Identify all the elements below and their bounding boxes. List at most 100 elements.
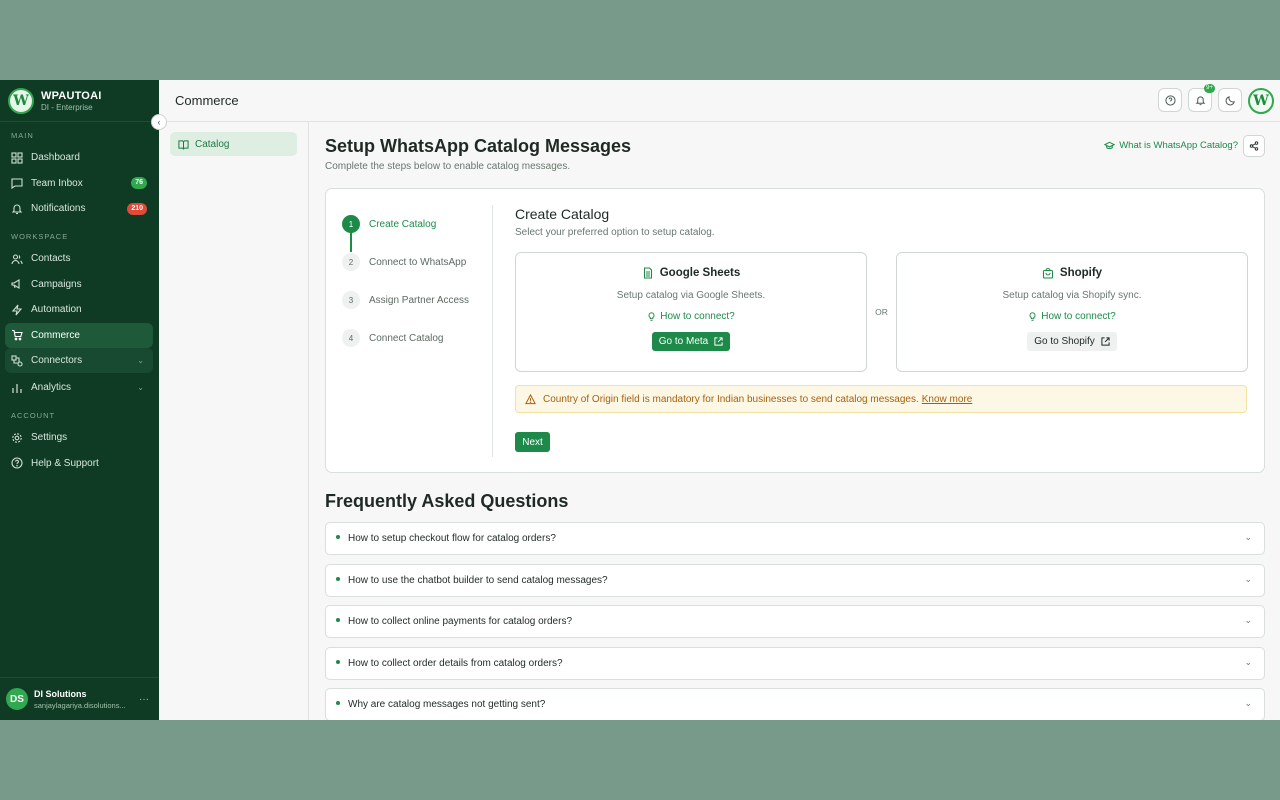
sidebar-item-contacts[interactable]: Contacts	[5, 246, 153, 271]
step-connect-whatsapp[interactable]: 2 Connect to WhatsApp	[342, 243, 492, 281]
step-connect-catalog[interactable]: 4 Connect Catalog	[342, 319, 492, 357]
faq-item[interactable]: How to collect online payments for catal…	[325, 605, 1265, 638]
faq-item[interactable]: How to use the chatbot builder to send c…	[325, 563, 1265, 597]
sidebar-item-label: Notifications	[31, 203, 86, 214]
sidebar-item-automation[interactable]: Automation	[5, 297, 153, 322]
brand-logo: W	[8, 87, 34, 114]
chevron-down-icon: ⌄	[1244, 698, 1252, 708]
step-number: 2	[342, 253, 360, 271]
sidebar-collapse-button[interactable]: ‹	[151, 114, 167, 130]
shopify-bag-icon	[1042, 267, 1053, 279]
go-to-shopify-button[interactable]: Go to Shopify	[1027, 332, 1117, 351]
account-logo-letter: W	[1253, 93, 1269, 109]
user-profile[interactable]: DS DI Solutions sanjaylagariya.disolutio…	[0, 677, 159, 720]
external-link-icon	[1101, 337, 1110, 346]
brand[interactable]: W WPAUTOAI DI - Enterprise	[0, 80, 159, 122]
main-area: Commerce 9+ W Catalog Setup WhatsApp Cat…	[159, 80, 1280, 720]
create-catalog-title: Create Catalog	[515, 206, 610, 222]
option-heading: Google Sheets	[642, 267, 741, 279]
contacts-icon	[11, 253, 23, 265]
brand-plan: DI - Enterprise	[41, 102, 93, 112]
team-inbox-count-badge: 76	[131, 177, 147, 189]
notification-badge: 9+	[1204, 84, 1215, 93]
theme-toggle-button[interactable]	[1218, 88, 1242, 112]
how-to-connect-link[interactable]: How to connect?	[647, 311, 735, 322]
step-number: 1	[342, 215, 360, 233]
faq-item[interactable]: Why are catalog messages not getting sen…	[325, 688, 1265, 720]
sidebar-item-team-inbox[interactable]: Team Inbox 76	[5, 171, 153, 196]
sidebar-item-label: Help & Support	[31, 457, 99, 469]
catalog-options: Google Sheets Setup catalog via Google S…	[515, 252, 1248, 372]
account-logo[interactable]: W	[1248, 88, 1274, 114]
sidebar-item-help-support[interactable]: Help & Support	[5, 451, 153, 476]
sidebar-item-dashboard[interactable]: Dashboard	[5, 145, 153, 170]
faq-item[interactable]: How to setup checkout flow for catalog o…	[325, 522, 1265, 555]
share-icon	[1249, 141, 1259, 151]
step-number: 4	[342, 329, 360, 347]
go-to-meta-button[interactable]: Go to Meta	[651, 332, 731, 351]
sidebar-item-connectors[interactable]: Connectors ⌄	[5, 348, 153, 373]
option-title: Google Sheets	[659, 267, 741, 279]
link-label: How to connect?	[1041, 311, 1116, 322]
topbar: Commerce 9+ W	[159, 80, 1280, 122]
chevron-down-icon: ⌄	[137, 383, 144, 392]
sidebar-item-label: Dashboard	[31, 152, 80, 163]
step-assign-partner-access[interactable]: 3 Assign Partner Access	[342, 281, 492, 319]
dashboard-icon	[11, 151, 23, 164]
gear-icon	[11, 432, 23, 444]
sidebar-item-label: Settings	[31, 432, 68, 443]
help-button[interactable]	[1158, 88, 1182, 112]
moon-icon	[1225, 95, 1235, 105]
bullet-dot	[336, 618, 340, 622]
section-label-workspace: WORKSPACE	[11, 232, 69, 241]
subnav-item-catalog[interactable]: Catalog	[170, 132, 297, 156]
sidebar-item-analytics[interactable]: Analytics ⌄	[5, 375, 153, 400]
notifications-button[interactable]: 9+	[1188, 84, 1215, 112]
catalog-setup-content: Setup WhatsApp Catalog Messages Complete…	[309, 122, 1280, 720]
faq-item[interactable]: How to collect order details from catalo…	[325, 646, 1265, 680]
share-button[interactable]	[1243, 135, 1265, 157]
warning-text: Country of Origin field is mandatory for…	[543, 393, 919, 405]
sidebar-item-settings[interactable]: Settings	[5, 425, 153, 450]
sidebar: W WPAUTOAI DI - Enterprise ‹ MAIN Dashbo…	[0, 80, 167, 720]
setup-card: 1 Create Catalog 2 Connect to WhatsApp 3…	[325, 188, 1265, 473]
option-title: Shopify	[1059, 267, 1103, 279]
user-email: sanjaylagariya.disolutions...	[34, 700, 126, 710]
brand-logo-letter: W	[13, 92, 29, 109]
bell-icon	[1195, 95, 1205, 105]
chevron-down-icon: ⌄	[1244, 573, 1252, 584]
section-label-main: MAIN	[11, 131, 34, 140]
brand-name: WPAUTOAI	[41, 89, 102, 102]
bulb-icon	[1029, 311, 1036, 321]
or-divider: OR	[875, 307, 888, 317]
bullet-dot	[336, 659, 340, 664]
chevron-down-icon: ⌄	[137, 356, 144, 365]
sidebar-item-campaigns[interactable]: Campaigns	[5, 272, 153, 297]
button-label: Go to Shopify	[1034, 336, 1095, 347]
next-button[interactable]: Next	[515, 432, 550, 452]
how-to-connect-link[interactable]: How to connect?	[1028, 311, 1116, 322]
option-description: Setup catalog via Google Sheets.	[616, 290, 766, 301]
content-row: Catalog Setup WhatsApp Catalog Messages …	[159, 122, 1280, 720]
step-number: 3	[342, 291, 360, 309]
faq-list: How to setup checkout flow for catalog o…	[325, 522, 1265, 720]
sidebar-item-commerce[interactable]: Commerce	[5, 322, 153, 348]
inbox-icon	[11, 177, 23, 189]
section-label-account: ACCOUNT	[11, 411, 56, 420]
app-window: W WPAUTOAI DI - Enterprise ‹ MAIN Dashbo…	[0, 80, 1280, 720]
faq-question: Why are catalog messages not getting sen…	[348, 699, 546, 710]
google-sheets-option[interactable]: Google Sheets Setup catalog via Google S…	[515, 252, 867, 372]
sidebar-item-label: Contacts	[31, 253, 71, 264]
sidebar-item-label: Analytics	[31, 382, 72, 393]
option-heading: Shopify	[1042, 267, 1102, 279]
sidebar-item-notifications[interactable]: Notifications 210	[5, 196, 153, 221]
shopify-option[interactable]: Shopify Setup catalog via Shopify sync. …	[896, 252, 1248, 372]
user-name: DI Solutions	[34, 688, 87, 699]
faq-question: How to collect order details from catalo…	[348, 657, 563, 669]
create-catalog-panel: Create Catalog Select your preferred opt…	[493, 205, 1248, 472]
avatar: DS	[6, 688, 28, 710]
more-options-icon[interactable]: ···	[139, 694, 149, 705]
know-more-link[interactable]: Know more	[922, 394, 973, 405]
step-create-catalog[interactable]: 1 Create Catalog	[342, 205, 492, 252]
what-is-catalog-link[interactable]: What is WhatsApp Catalog?	[1104, 140, 1238, 151]
